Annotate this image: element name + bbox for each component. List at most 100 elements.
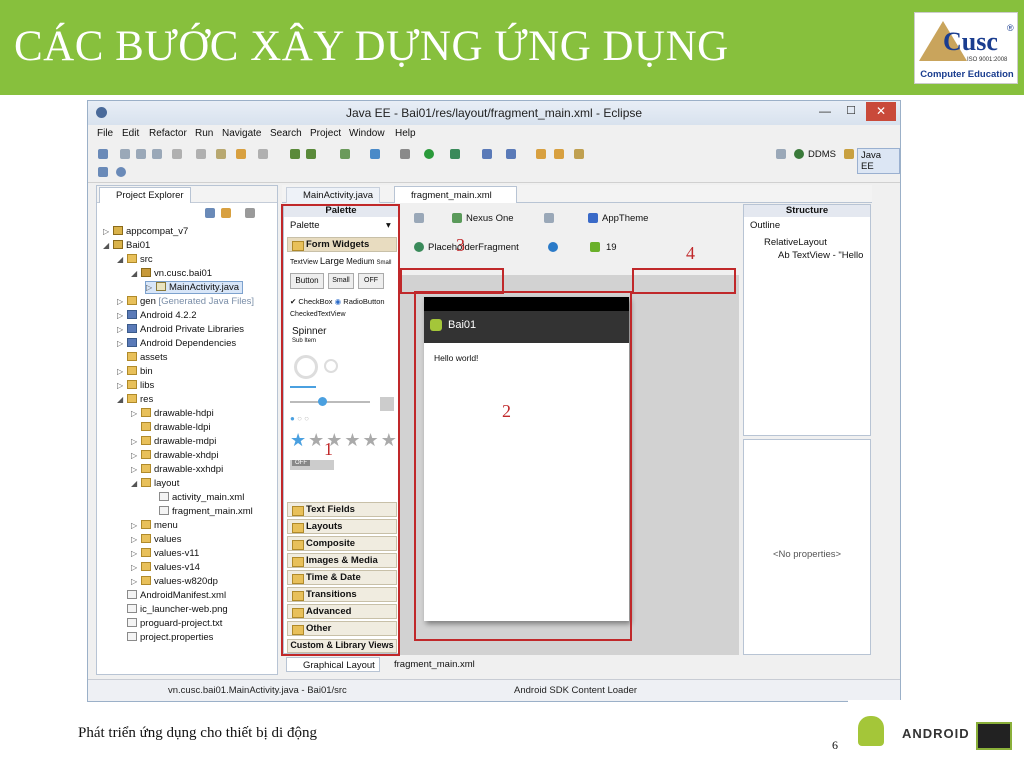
tab-graphical-layout[interactable]: Graphical Layout [286,657,380,672]
annotation-label-2: 2 [502,401,511,421]
close-button[interactable]: ✕ [866,102,896,121]
link-editor-icon[interactable] [221,208,231,218]
android-device-icon [976,722,1012,750]
menu-help[interactable]: Help [395,128,416,139]
orientation-icon[interactable] [544,213,554,223]
avd-manager-icon[interactable] [306,149,316,159]
outline-textview[interactable]: Ab TextView - "Hello [778,250,863,261]
eclipse-window: Java EE - Bai01/res/layout/fragment_main… [87,100,901,702]
outline-label: Outline [750,220,781,231]
maximize-button[interactable]: ☐ [838,103,864,121]
tree-item-bai01[interactable]: ◢ Bai01 [103,240,150,251]
tree-item-drawable-mdpi[interactable]: ▷ drawable-mdpi [131,436,216,447]
status-path: vn.cusc.bai01.MainActivity.java - Bai01/… [168,685,347,696]
tree-item-values[interactable]: ▷ values [131,534,181,545]
tree-item-res[interactable]: ◢ res [117,394,153,405]
open-task-icon[interactable] [554,149,564,159]
tree-item-activity-main[interactable]: activity_main.xml [159,492,244,503]
search-icon[interactable] [574,149,584,159]
menu-edit[interactable]: Edit [122,128,139,139]
server-icon[interactable] [98,167,108,177]
tree-item-values-v11[interactable]: ▷ values-v11 [131,548,199,559]
web-browser-icon[interactable] [116,167,126,177]
save-all-icon[interactable] [136,149,146,159]
open-perspective-icon[interactable] [776,149,786,159]
android-robot-icon [858,716,884,746]
tree-item-layout[interactable]: ◢ layout [131,478,179,489]
menu-navigate[interactable]: Navigate [222,128,261,139]
debug-run-icon[interactable] [400,149,410,159]
menu-search[interactable]: Search [270,128,302,139]
tree-item-bin[interactable]: ▷ bin [117,366,153,377]
minimize-button[interactable]: — [812,103,838,121]
tree-item-appcompat[interactable]: ▷ appcompat_v7 [103,226,188,237]
javaee-perspective[interactable]: Java EE [857,148,900,174]
menu-file[interactable]: File [97,128,113,139]
tree-item-src[interactable]: ◢ src [117,254,153,265]
collapse-all-icon[interactable] [205,208,215,218]
back-icon[interactable] [216,149,226,159]
menu-refactor[interactable]: Refactor [149,128,187,139]
nav-icon[interactable] [258,149,268,159]
tab-mainactivity[interactable]: MainActivity.java [286,187,381,203]
tree-item-fragment-main[interactable]: fragment_main.xml [159,506,253,517]
new-package-icon[interactable] [506,149,516,159]
properties-pane: <No properties> [743,439,871,655]
tree-item-drawable-hdpi[interactable]: ▷ drawable-hdpi [131,408,214,419]
theme-icon [588,213,598,223]
new-project-icon[interactable] [370,149,380,159]
new-class-icon[interactable] [482,149,492,159]
api-selector[interactable]: 19 [606,242,617,253]
tree-item-launcher-png[interactable]: ic_launcher-web.png [127,604,228,615]
new-icon[interactable] [98,149,108,159]
run-icon[interactable] [424,149,434,159]
tab-xml-source[interactable]: fragment_main.xml [380,657,479,670]
tree-item-values-w820dp[interactable]: ▷ values-w820dp [131,576,218,587]
debug-icon[interactable] [196,149,206,159]
tree-item-android-422[interactable]: ▷ Android 4.2.2 [117,310,197,321]
lint-icon[interactable] [340,149,350,159]
ddms-perspective[interactable]: DDMS [808,149,836,160]
tree-item-gen[interactable]: ▷ gen [Generated Java Files] [117,296,254,307]
tree-item-mainactivity[interactable]: ▷ MainActivity.java [145,281,244,294]
menu-window[interactable]: Window [349,128,385,139]
tree-item-private-libs[interactable]: ▷ Android Private Libraries [117,324,244,335]
tab-fragment-main[interactable]: fragment_main.xml [394,186,517,203]
tab-project-explorer[interactable]: Project Explorer [99,187,191,203]
view-menu-icon[interactable] [245,208,255,218]
save-icon[interactable] [120,149,130,159]
external-tools-icon[interactable] [450,149,460,159]
tree-item-values-v14[interactable]: ▷ values-v14 [131,562,200,573]
forward-icon[interactable] [236,149,246,159]
slide-footer: Phát triển ứng dụng cho thiết bị di động [78,725,317,741]
window-titlebar[interactable]: Java EE - Bai01/res/layout/fragment_main… [88,101,900,125]
menu-run[interactable]: Run [195,128,213,139]
tree-item-package[interactable]: ◢ vn.cusc.bai01 [131,268,212,279]
locale-icon[interactable] [548,242,558,252]
outline-pane: Structure Outline RelativeLayout Ab Text… [743,204,871,436]
open-type-icon[interactable] [536,149,546,159]
tree-item-drawable-xhdpi[interactable]: ▷ drawable-xhdpi [131,450,218,461]
device-selector[interactable]: Nexus One [466,213,514,224]
print-icon[interactable] [152,149,162,159]
theme-selector[interactable]: AppTheme [602,213,648,224]
tree-item-proguard[interactable]: proguard-project.txt [127,618,222,629]
build-icon[interactable] [172,149,182,159]
tree-item-drawable-xxhdpi[interactable]: ▷ drawable-xxhdpi [131,464,223,475]
tree-item-dependencies[interactable]: ▷ Android Dependencies [117,338,236,349]
tree-item-drawable-ldpi[interactable]: drawable-ldpi [131,422,211,433]
android-logo: ANDROID [848,700,1020,764]
logo-iso: ISO 9001:2008 [967,57,1008,63]
outline-relativelayout[interactable]: RelativeLayout [764,237,827,248]
tree-item-menu[interactable]: ▷ menu [131,520,178,531]
activity-selector[interactable]: PlaceholderFragment [428,242,519,253]
menu-project[interactable]: Project [310,128,341,139]
config-chooser-icon[interactable] [414,213,424,223]
tree-item-manifest[interactable]: AndroidManifest.xml [127,590,226,601]
status-bar: vn.cusc.bai01.MainActivity.java - Bai01/… [88,679,900,701]
tree-item-assets[interactable]: assets [117,352,167,363]
tree-item-libs[interactable]: ▷ libs [117,380,154,391]
editor-tabbar: MainActivity.java fragment_main.xml [282,185,872,203]
tree-item-project-properties[interactable]: project.properties [127,632,213,643]
android-sdk-icon[interactable] [290,149,300,159]
